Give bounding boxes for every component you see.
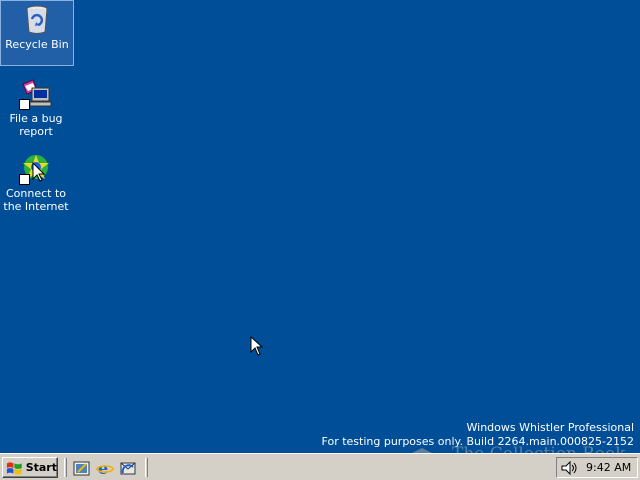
shortcut-arrow-icon [19, 174, 30, 185]
internet-explorer-icon[interactable]: e [96, 459, 114, 477]
outlook-express-icon[interactable] [119, 459, 137, 477]
recycle-bin-icon [20, 2, 54, 36]
svg-text:e: e [98, 459, 108, 477]
start-label: Start [25, 461, 57, 474]
clock[interactable]: 9:42 AM [586, 461, 631, 474]
show-desktop-icon[interactable] [73, 459, 91, 477]
taskbar: Start e 9:42 AM [0, 453, 640, 480]
shortcut-arrow-icon [19, 99, 30, 110]
connect-internet-icon [19, 151, 53, 185]
bug-report-icon [19, 76, 53, 110]
file-bug-report-shortcut[interactable]: File a bug report [0, 76, 72, 138]
desktop[interactable]: Recycle Bin File a bug report Connect to… [0, 0, 640, 453]
recycle-bin-shortcut[interactable]: Recycle Bin [0, 0, 74, 66]
speaker-icon[interactable] [560, 460, 578, 476]
watermark-edition: Windows Whistler Professional [466, 421, 635, 434]
toolbar-grip[interactable] [64, 458, 67, 477]
connect-internet-label: Connect to the Internet [3, 187, 69, 213]
system-tray: 9:42 AM [556, 457, 638, 478]
recycle-bin-label: Recycle Bin [5, 38, 69, 51]
windows-flag-icon [6, 461, 22, 474]
start-button[interactable]: Start [2, 457, 58, 478]
toolbar-grip-2[interactable] [145, 458, 148, 477]
connect-internet-shortcut[interactable]: Connect to the Internet [0, 151, 72, 213]
file-bug-report-label: File a bug report [9, 112, 63, 138]
mouse-pointer-icon [250, 336, 263, 356]
